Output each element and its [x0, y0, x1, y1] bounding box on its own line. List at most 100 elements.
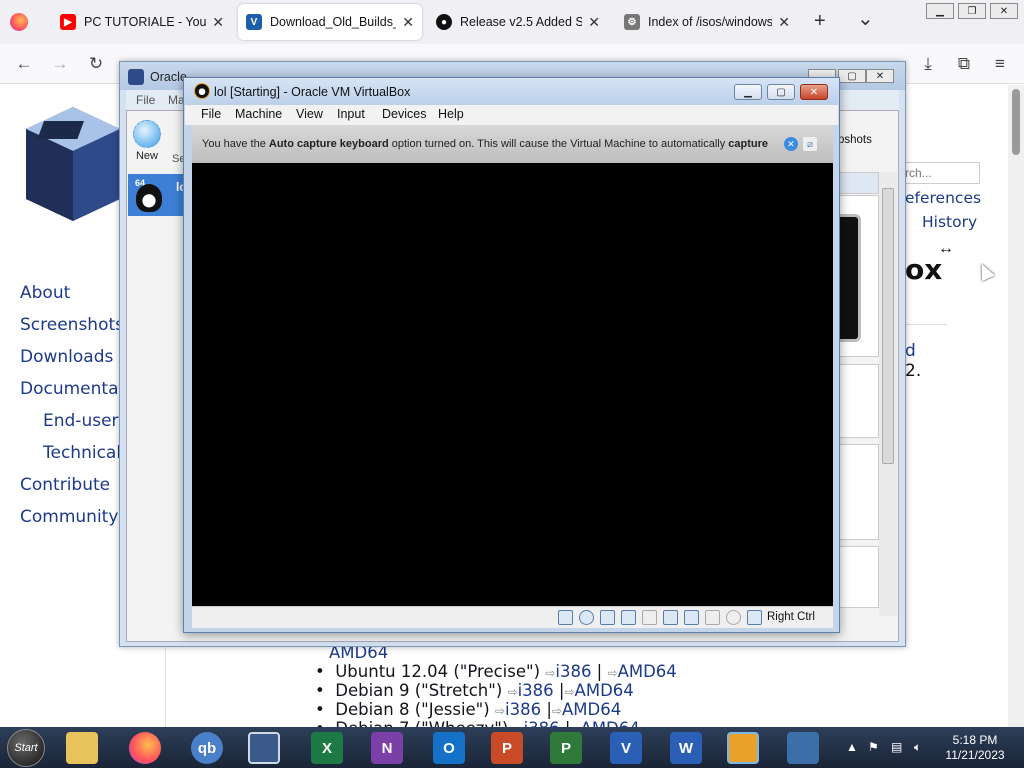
onenote-icon[interactable]: N: [371, 732, 403, 764]
back-icon[interactable]: ←: [12, 52, 36, 76]
cpu-icon[interactable]: [726, 610, 741, 625]
powerpoint-icon[interactable]: P: [491, 732, 523, 764]
qbittorrent-icon[interactable]: qb: [191, 732, 223, 764]
new-vm-button[interactable]: New: [130, 120, 164, 162]
i386-link[interactable]: i386: [518, 681, 554, 700]
tab-youtube[interactable]: ▶ PC TUTORIALE - YouTube ✕: [52, 4, 232, 40]
network-tray-icon[interactable]: ▤: [891, 740, 902, 754]
usb-icon[interactable]: [642, 610, 657, 625]
visio-icon[interactable]: V: [610, 732, 642, 764]
firefox-menu-icon[interactable]: [10, 13, 28, 31]
page-scrollbar[interactable]: [1008, 85, 1024, 727]
action-center-icon[interactable]: ⚑: [868, 740, 879, 754]
close-window-button[interactable]: ✕: [990, 3, 1018, 19]
auto-capture-notice: You have the Auto capture keyboard optio…: [192, 125, 833, 163]
nav-references[interactable]: eferences: [905, 189, 981, 207]
menu-view[interactable]: View: [296, 107, 323, 121]
vm-minimize-button[interactable]: ▁: [734, 84, 762, 100]
start-button[interactable]: Start: [7, 729, 45, 767]
tab-list-button[interactable]: ⌄: [857, 6, 874, 31]
virtualbox-folder-icon[interactable]: [727, 732, 759, 764]
download-icon[interactable]: ⤓: [916, 52, 940, 76]
i386-link[interactable]: i386: [505, 700, 541, 719]
nav-screenshots[interactable]: Screenshots: [20, 315, 124, 335]
details-panel: [839, 172, 879, 194]
menu-file[interactable]: File: [201, 107, 221, 121]
close-notice-icon[interactable]: ✕: [784, 137, 798, 151]
details-section: [839, 444, 879, 540]
video-capture-icon[interactable]: [705, 610, 720, 625]
nav-about[interactable]: About: [20, 283, 70, 303]
word-icon[interactable]: W: [670, 732, 702, 764]
amd64-link[interactable]: AMD64: [562, 700, 621, 719]
menu-help[interactable]: Help: [438, 107, 464, 121]
menu-devices[interactable]: Devices: [382, 107, 426, 121]
close-tab-icon[interactable]: ✕: [778, 14, 790, 31]
scrollbar-thumb[interactable]: [882, 188, 894, 464]
linux-tux-icon: [136, 184, 162, 212]
outlook-icon[interactable]: O: [433, 732, 465, 764]
show-hidden-icons-icon[interactable]: ▲: [846, 740, 858, 754]
close-tab-icon[interactable]: ✕: [402, 14, 414, 31]
nav-contribute[interactable]: Contribute: [20, 475, 110, 495]
nav-technical[interactable]: Technical: [43, 443, 121, 463]
nav-downloads[interactable]: Downloads: [20, 347, 113, 367]
tab-download-old-builds[interactable]: V Download_Old_Builds_5_x ✕: [238, 4, 422, 40]
optical-drive-icon[interactable]: [579, 610, 594, 625]
search-input[interactable]: rch...: [900, 162, 980, 184]
tab-github-release[interactable]: ● Release v2.5 Added Support ✕: [428, 4, 608, 40]
mute-notice-icon[interactable]: ⧄: [803, 137, 817, 151]
vm-window-lol[interactable]: lol [Starting] - Oracle VM VirtualBox ▁ …: [183, 77, 840, 633]
menu-input[interactable]: Input: [337, 107, 365, 121]
vm-title-bar[interactable]: lol [Starting] - Oracle VM VirtualBox ▁ …: [184, 78, 839, 105]
text-fragment: 2.: [905, 361, 922, 381]
keyboard-capture-icon[interactable]: [747, 610, 762, 625]
close-tab-icon[interactable]: ✕: [588, 14, 600, 31]
vm-display[interactable]: You have the Auto capture keyboard optio…: [192, 125, 833, 606]
network-icon[interactable]: [621, 610, 636, 625]
link-fragment[interactable]: d: [905, 341, 916, 361]
restore-window-button[interactable]: ❐: [958, 3, 986, 19]
nav-end-user[interactable]: End-user: [43, 411, 119, 431]
menu-icon[interactable]: ≡: [988, 52, 1012, 76]
menu-file[interactable]: File: [136, 93, 155, 107]
tab-index-isos[interactable]: ⚙ Index of /isos/windows/ ✕: [616, 4, 798, 40]
virtualbox-icon[interactable]: [787, 732, 819, 764]
new-tab-button[interactable]: +: [814, 10, 826, 33]
nav-history[interactable]: History: [922, 213, 977, 231]
display-icon[interactable]: [684, 610, 699, 625]
amd64-link[interactable]: AMD64: [581, 719, 640, 727]
windows-taskbar: Start qb X N O P P V W ▲ ⚑ ▤ 🔈︎ 5:18 PM …: [0, 727, 1024, 768]
audio-icon[interactable]: [600, 610, 615, 625]
manager-scrollbar[interactable]: [879, 172, 897, 616]
menu-machine[interactable]: Machine: [235, 107, 282, 121]
excel-icon[interactable]: X: [311, 732, 343, 764]
project-icon[interactable]: P: [550, 732, 582, 764]
shared-folders-icon[interactable]: [663, 610, 678, 625]
scrollbar-thumb[interactable]: [1012, 89, 1020, 155]
firefox-icon[interactable]: [129, 732, 161, 764]
manager-maximize-button[interactable]: ▢: [838, 69, 866, 83]
virtualbox-logo: [26, 107, 120, 221]
volume-muted-icon[interactable]: 🔈︎: [914, 740, 921, 755]
nav-community[interactable]: Community: [20, 507, 118, 527]
forward-icon[interactable]: →: [48, 52, 72, 76]
i386-link[interactable]: i386: [524, 719, 560, 727]
hard-disk-icon[interactable]: [558, 610, 573, 625]
vm-maximize-button[interactable]: ▢: [767, 84, 795, 100]
manager-close-button[interactable]: ✕: [866, 69, 894, 83]
list-item: • Debian 7 ("Wheezy") ⇨i386 |⇨AMD64: [315, 719, 640, 727]
vm-list-item-lol[interactable]: 64 lo: [128, 174, 188, 216]
remote-desktop-icon[interactable]: [248, 732, 280, 764]
extensions-icon[interactable]: ⧉: [952, 52, 976, 76]
i386-link[interactable]: i386: [555, 662, 591, 681]
amd64-link[interactable]: AMD64: [575, 681, 634, 700]
vm-close-button[interactable]: ✕: [800, 84, 828, 100]
amd64-link[interactable]: AMD64: [618, 662, 677, 681]
system-clock[interactable]: 5:18 PM 11/21/2023: [930, 733, 1020, 763]
file-explorer-icon[interactable]: [66, 732, 98, 764]
minimize-window-button[interactable]: ▁: [926, 3, 954, 19]
snapshots-tab[interactable]: pshots: [838, 134, 872, 146]
close-tab-icon[interactable]: ✕: [212, 14, 224, 31]
reload-icon[interactable]: ↻: [84, 52, 108, 76]
